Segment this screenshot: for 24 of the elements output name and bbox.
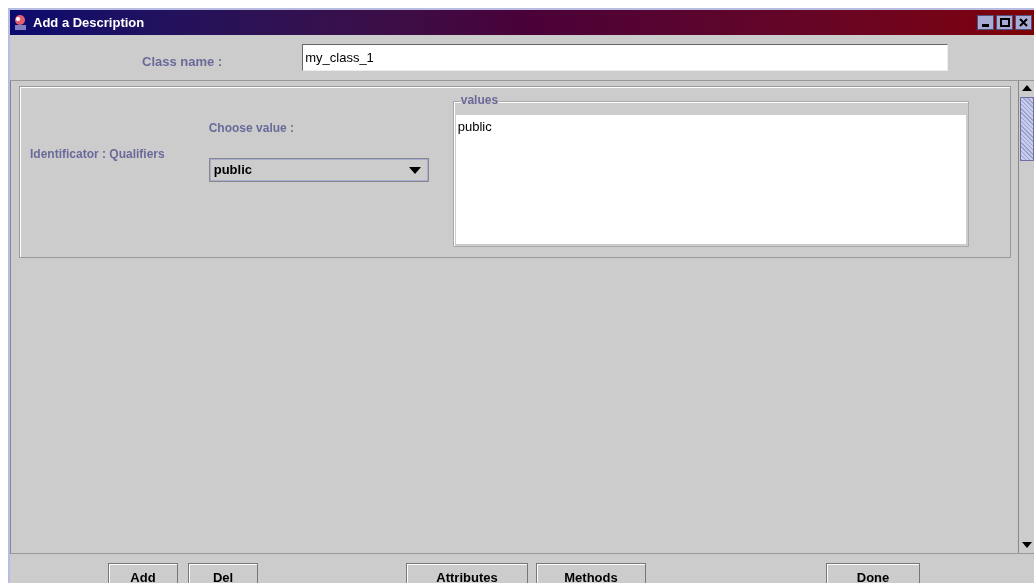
close-icon (1019, 18, 1028, 28)
vertical-scrollbar[interactable] (1018, 81, 1034, 553)
choose-value-label: Choose value : (208, 120, 296, 138)
action-button[interactable]: Add (108, 563, 178, 583)
minimize-button[interactable] (977, 15, 994, 31)
close-button[interactable] (1015, 15, 1032, 31)
action-button[interactable]: Attributes (406, 563, 528, 583)
scroll-down-icon[interactable] (1021, 542, 1032, 548)
class-name-field[interactable]: my_class_1 (302, 44, 949, 72)
qualifiers-label: Identificator : Qualifiers (30, 146, 165, 162)
scroll-thumb[interactable] (1019, 97, 1034, 162)
dropdown-arrow-icon (408, 166, 421, 174)
window-title: Add a Description (33, 13, 145, 32)
value-item[interactable]: public (457, 118, 492, 137)
action-button[interactable]: Methods (536, 563, 646, 583)
minimize-icon (982, 24, 989, 28)
value-dropdown[interactable]: public (208, 158, 429, 183)
scroll-up-icon[interactable] (1021, 85, 1032, 92)
class-name-label: Class name : (142, 52, 223, 71)
action-button[interactable]: Done (826, 563, 920, 583)
action-button[interactable]: Del (188, 563, 258, 583)
app-icon (12, 14, 29, 32)
maximize-button[interactable] (996, 15, 1013, 31)
maximize-icon (999, 18, 1010, 28)
